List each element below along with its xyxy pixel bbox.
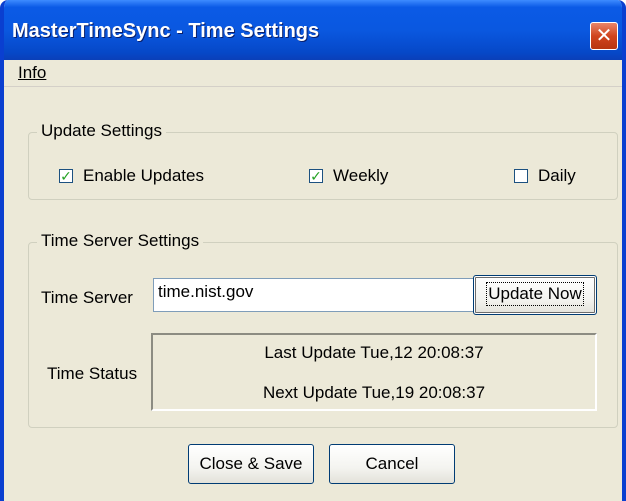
time-server-settings-group: Time Server Settings Time Server time.ni… — [28, 231, 618, 428]
time-status-box: Last Update Tue,12 20:08:37 Next Update … — [151, 333, 597, 411]
update-settings-group: Update Settings ✓ Enable Updates ✓ Weekl… — [28, 121, 618, 200]
update-settings-title: Update Settings — [37, 121, 166, 141]
update-now-button[interactable]: Update Now — [473, 275, 597, 315]
close-and-save-button[interactable]: Close & Save — [188, 444, 314, 484]
title-bar[interactable]: MasterTimeSync - Time Settings ✕ — [4, 0, 622, 60]
weekly-checkbox[interactable]: ✓ — [309, 169, 323, 183]
weekly-label: Weekly — [333, 166, 389, 185]
weekly-option[interactable]: ✓ Weekly — [309, 166, 388, 186]
enable-updates-option[interactable]: ✓ Enable Updates — [59, 166, 204, 186]
close-and-save-label: Close & Save — [199, 454, 303, 473]
daily-checkbox[interactable] — [514, 169, 528, 183]
cancel-label: Cancel — [365, 454, 419, 473]
last-update-text: Last Update Tue,12 20:08:37 — [264, 343, 484, 362]
menu-bar: Info — [4, 60, 622, 87]
enable-updates-label: Enable Updates — [83, 166, 204, 185]
next-update-text: Next Update Tue,19 20:08:37 — [262, 383, 486, 402]
time-server-label: Time Server — [41, 288, 133, 307]
time-server-settings-title: Time Server Settings — [37, 231, 204, 251]
time-settings-window: MasterTimeSync - Time Settings ✕ Info Up… — [0, 0, 626, 501]
enable-updates-checkbox[interactable]: ✓ — [59, 169, 73, 183]
update-now-label: Update Now — [486, 282, 584, 306]
menu-item-info[interactable]: Info — [18, 63, 46, 83]
daily-label: Daily — [538, 166, 576, 185]
time-server-input[interactable]: time.nist.gov — [153, 278, 485, 312]
window-title: MasterTimeSync - Time Settings — [12, 20, 320, 42]
cancel-button[interactable]: Cancel — [329, 444, 455, 484]
time-status-label: Time Status — [47, 364, 138, 383]
close-icon[interactable]: ✕ — [590, 22, 618, 50]
daily-option[interactable]: Daily — [514, 166, 576, 186]
